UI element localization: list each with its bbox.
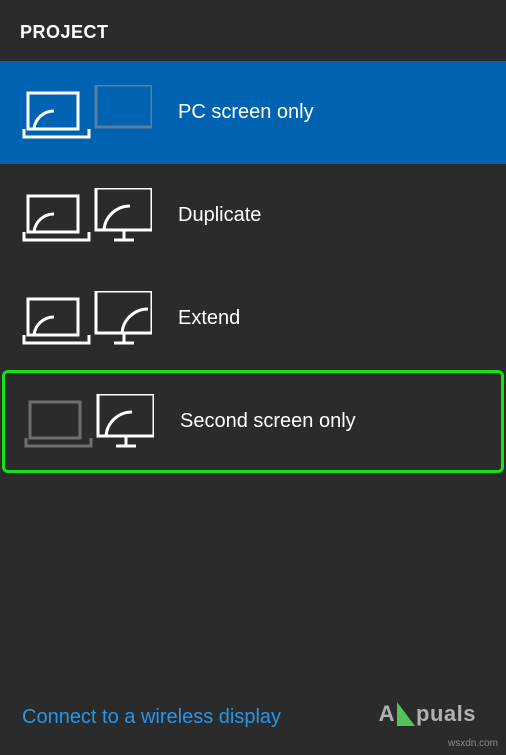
pc-screen-only-icon — [22, 85, 152, 140]
watermark-triangle-icon — [397, 702, 415, 726]
option-pc-screen-only[interactable]: PC screen only — [0, 61, 506, 164]
option-label: Duplicate — [178, 204, 261, 227]
watermark-suffix: puals — [416, 701, 476, 727]
project-options-list: PC screen only Duplicate — [0, 61, 506, 473]
option-duplicate[interactable]: Duplicate — [0, 164, 506, 267]
connect-wireless-display-link[interactable]: Connect to a wireless display — [22, 706, 281, 729]
option-label: Second screen only — [180, 410, 356, 433]
option-label: PC screen only — [178, 101, 314, 124]
option-second-screen-only[interactable]: Second screen only — [2, 370, 504, 473]
option-extend[interactable]: Extend — [0, 267, 506, 370]
attribution-text: wsxdn.com — [448, 738, 498, 749]
watermark-prefix: A — [379, 701, 395, 727]
watermark-logo: A puals — [379, 701, 476, 727]
second-screen-only-icon — [24, 394, 154, 449]
duplicate-icon — [22, 188, 152, 243]
panel-title: PROJECT — [20, 22, 486, 43]
extend-icon — [22, 291, 152, 346]
panel-header: PROJECT — [0, 0, 506, 61]
option-label: Extend — [178, 307, 240, 330]
